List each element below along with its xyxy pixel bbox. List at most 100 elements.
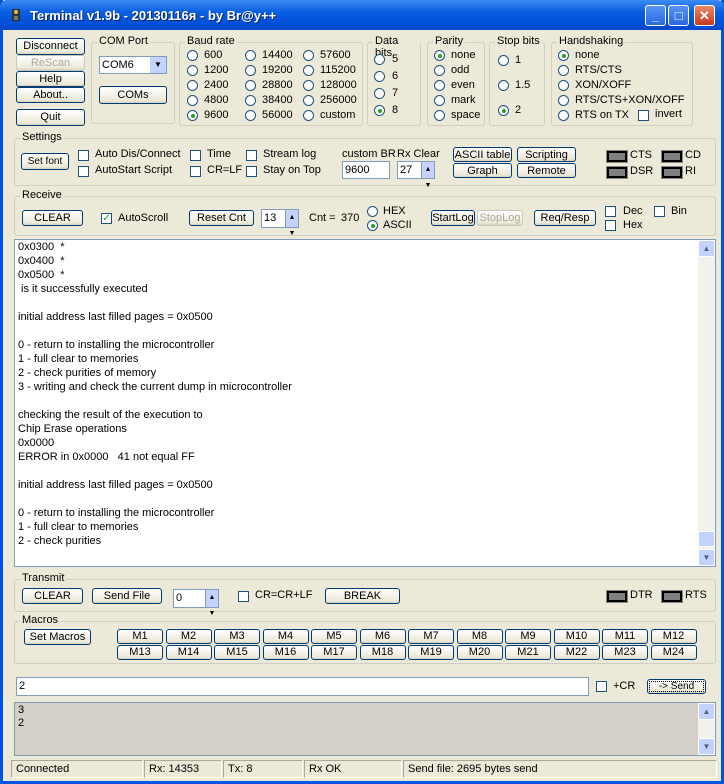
macro-m23-button[interactable]: M23 [602, 645, 648, 660]
data-bits-7-radio[interactable] [374, 88, 385, 99]
spinner-arrows-icon[interactable]: ▲ ▼ [285, 210, 298, 237]
crlf-checkbox[interactable] [190, 166, 201, 177]
baud-38400-radio[interactable] [245, 95, 256, 106]
macro-m18-button[interactable]: M18 [359, 645, 406, 660]
hex-radio[interactable] [367, 206, 378, 217]
dtr-led-icon[interactable] [606, 590, 628, 603]
autoscroll-checkbox[interactable]: ✓ [101, 213, 112, 224]
graph-button[interactable]: Graph [453, 163, 512, 178]
scroll-down-icon[interactable]: ▼ [698, 549, 715, 566]
dec-checkbox[interactable] [605, 206, 616, 217]
autostart-script-checkbox[interactable] [78, 166, 89, 177]
macro-m19-button[interactable]: M19 [408, 645, 454, 660]
baud-56000-radio[interactable] [245, 110, 256, 121]
auto-dis-connect-checkbox[interactable] [78, 150, 89, 161]
data-bits-8-radio[interactable] [374, 105, 385, 116]
stop-bits-1-radio[interactable] [498, 55, 509, 66]
remote-button[interactable]: Remote [517, 163, 576, 178]
parity-even-radio[interactable] [434, 80, 445, 91]
bin-checkbox[interactable] [654, 206, 665, 217]
stay-on-top-checkbox[interactable] [246, 166, 257, 177]
com-port-select[interactable]: COM6 ▼ [99, 56, 167, 74]
baud-128000-radio[interactable] [303, 80, 314, 91]
receive-scrollbar[interactable]: ▲ ▼ [698, 240, 715, 566]
disconnect-button[interactable]: Disconnect [16, 38, 85, 55]
send-input[interactable]: 2 [16, 677, 589, 696]
data-bits-6-radio[interactable] [374, 71, 385, 82]
req-resp-button[interactable]: Req/Resp [534, 210, 596, 226]
macro-m1-button[interactable]: M1 [117, 629, 163, 644]
quit-button[interactable]: Quit [16, 109, 85, 126]
time-checkbox[interactable] [190, 150, 201, 161]
reset-cnt-button[interactable]: Reset Cnt [189, 210, 254, 226]
handshaking-4-radio[interactable] [558, 110, 569, 121]
handshaking-3-radio[interactable] [558, 95, 569, 106]
macro-m5-button[interactable]: M5 [311, 629, 357, 644]
chevron-down-icon[interactable]: ▼ [150, 57, 166, 73]
receive-terminal[interactable]: 0x0300 * 0x0400 * 0x0500 * is it successfu… [14, 239, 716, 567]
custom-br-input[interactable]: 9600 [342, 161, 390, 179]
macro-m20-button[interactable]: M20 [456, 645, 503, 660]
set-font-button[interactable]: Set font [21, 153, 69, 170]
hex-checkbox[interactable] [605, 220, 616, 231]
stream-log-checkbox[interactable] [246, 150, 257, 161]
ascii-table-button[interactable]: ASCII table [453, 147, 512, 162]
maximize-button[interactable]: □ [668, 5, 689, 26]
ascii-radio[interactable] [367, 220, 378, 231]
baud-256000-radio[interactable] [303, 95, 314, 106]
macro-m15-button[interactable]: M15 [214, 645, 260, 660]
receive-clear-button[interactable]: CLEAR [22, 210, 83, 226]
cr-checkbox[interactable] [596, 681, 607, 692]
baud-4800-radio[interactable] [187, 95, 198, 106]
baud-custom-radio[interactable] [303, 110, 314, 121]
baud-57600-radio[interactable] [303, 50, 314, 61]
macro-m13-button[interactable]: M13 [117, 645, 163, 660]
parity-odd-radio[interactable] [434, 65, 445, 76]
macro-m7-button[interactable]: M7 [408, 629, 454, 644]
send-file-button[interactable]: Send File [92, 588, 162, 604]
sent-history[interactable]: 32 ▲ ▼ [14, 702, 716, 756]
coms-button[interactable]: COMs [99, 86, 167, 104]
macro-m6-button[interactable]: M6 [359, 629, 406, 644]
macro-m10-button[interactable]: M10 [553, 629, 600, 644]
macro-m14-button[interactable]: M14 [165, 645, 212, 660]
macro-m16-button[interactable]: M16 [262, 645, 309, 660]
baud-14400-radio[interactable] [245, 50, 256, 61]
baud-2400-radio[interactable] [187, 80, 198, 91]
close-button[interactable]: ✕ [694, 5, 715, 26]
macro-m22-button[interactable]: M22 [553, 645, 600, 660]
stoplog-button[interactable]: StopLog [477, 210, 523, 226]
rescan-button[interactable]: ReScan [16, 55, 85, 71]
handshaking-0-radio[interactable] [558, 50, 569, 61]
macro-m21-button[interactable]: M21 [505, 645, 551, 660]
stop-bits-1.5-radio[interactable] [498, 80, 509, 91]
macro-m11-button[interactable]: M11 [602, 629, 648, 644]
baud-115200-radio[interactable] [303, 65, 314, 76]
cnt-spinner[interactable]: 13 ▲ ▼ [261, 209, 299, 237]
parity-space-radio[interactable] [434, 110, 445, 121]
baud-9600-radio[interactable] [187, 110, 198, 121]
break-button[interactable]: BREAK [325, 588, 400, 604]
rts-led-icon[interactable] [661, 590, 683, 603]
about-button[interactable]: About.. [16, 87, 85, 103]
rx-clear-input[interactable]: 27 ▲ ▼ [397, 161, 435, 189]
stop-bits-2-radio[interactable] [498, 105, 509, 116]
macro-m24-button[interactable]: M24 [650, 645, 697, 660]
parity-none-radio[interactable] [434, 50, 445, 61]
send-button[interactable]: -> Send [647, 679, 706, 694]
scroll-up-icon[interactable]: ▲ [698, 240, 715, 257]
data-bits-5-radio[interactable] [374, 54, 385, 65]
macro-m9-button[interactable]: M9 [505, 629, 551, 644]
spinner-arrows-icon[interactable]: ▲ ▼ [205, 590, 218, 617]
startlog-button[interactable]: StartLog [431, 210, 475, 226]
transmit-clear-button[interactable]: CLEAR [22, 588, 83, 604]
handshaking-1-radio[interactable] [558, 65, 569, 76]
help-button[interactable]: Help [16, 71, 85, 87]
macro-m2-button[interactable]: M2 [165, 629, 212, 644]
macro-m12-button[interactable]: M12 [650, 629, 697, 644]
macro-m17-button[interactable]: M17 [311, 645, 357, 660]
scroll-thumb[interactable] [698, 531, 715, 547]
minimize-button[interactable]: _ [645, 5, 666, 26]
baud-19200-radio[interactable] [245, 65, 256, 76]
scripting-button[interactable]: Scripting [517, 147, 576, 162]
